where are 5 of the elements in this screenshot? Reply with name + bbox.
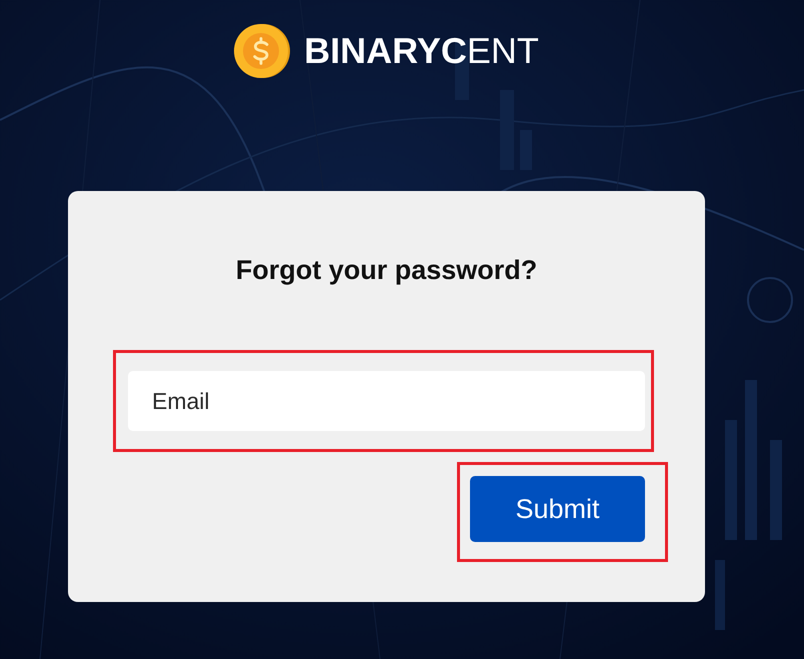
submit-button[interactable]: Submit <box>470 476 645 542</box>
form-title: Forgot your password? <box>234 254 538 287</box>
logo-wordmark: BINARYCENT <box>304 30 539 72</box>
coin-icon <box>234 23 290 79</box>
email-field[interactable]: Email <box>128 371 645 431</box>
